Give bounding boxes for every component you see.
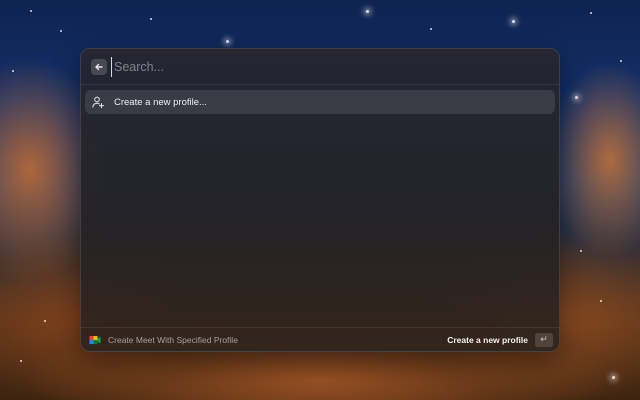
- results-list: Create a new profile...: [85, 90, 555, 114]
- list-item-create-profile[interactable]: Create a new profile...: [85, 90, 555, 114]
- star: [590, 12, 592, 14]
- star: [430, 28, 432, 30]
- star: [20, 360, 22, 362]
- star: [30, 10, 32, 12]
- star: [150, 18, 152, 20]
- arrow-left-icon: [95, 63, 103, 71]
- star: [44, 320, 46, 322]
- search-bar: [81, 49, 559, 85]
- star: [12, 70, 14, 72]
- star: [612, 376, 615, 379]
- star: [366, 10, 369, 13]
- star: [60, 30, 62, 32]
- star: [575, 96, 578, 99]
- action-bar: Create Meet With Specified Profile Creat…: [81, 327, 559, 351]
- google-meet-icon: [89, 335, 101, 344]
- return-key-icon[interactable]: ↵: [535, 332, 553, 347]
- star: [600, 300, 602, 302]
- primary-action-button[interactable]: Create a new profile: [447, 335, 528, 345]
- extension-title: Create Meet With Specified Profile: [108, 334, 238, 345]
- star: [620, 60, 622, 62]
- user-add-icon: [92, 96, 105, 109]
- command-palette-window: Create a new profile... Create Meet With…: [80, 48, 560, 352]
- list-item-label: Create a new profile...: [114, 96, 207, 108]
- search-input[interactable]: [111, 57, 534, 77]
- back-button[interactable]: [91, 59, 107, 75]
- star: [226, 40, 229, 43]
- star: [512, 20, 515, 23]
- star: [580, 250, 582, 252]
